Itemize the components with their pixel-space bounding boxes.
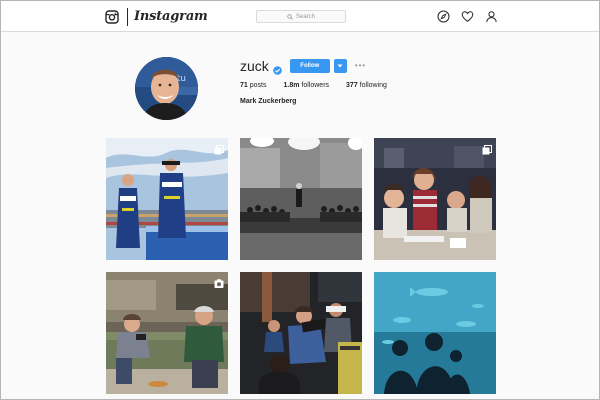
more-options-button[interactable]: ••• — [355, 59, 366, 73]
post-image — [240, 272, 362, 394]
video-icon — [214, 276, 224, 288]
nav-icons — [437, 10, 498, 23]
post-thumbnail[interactable] — [374, 138, 496, 260]
post-thumbnail[interactable] — [106, 272, 228, 394]
logo-divider — [127, 8, 128, 26]
post-thumbnail[interactable] — [240, 138, 362, 260]
post-image — [240, 138, 362, 260]
posts-count: 71 posts — [240, 82, 267, 89]
profile-stats: 71 posts 1.8m followers 377 following — [240, 82, 404, 89]
post-image — [374, 272, 496, 394]
suggestions-dropdown-button[interactable] — [333, 59, 347, 73]
search-input[interactable]: Search — [256, 10, 346, 23]
post-thumbnail[interactable] — [374, 272, 496, 394]
instagram-glyph-icon — [105, 10, 119, 24]
multiple-photos-icon — [482, 142, 492, 155]
profile-page: Stu zuck Follow ••• 71 posts 1.8m follow… — [1, 32, 599, 399]
user-icon[interactable] — [485, 10, 498, 23]
top-navigation-bar: Instagram Search — [1, 1, 599, 32]
search-placeholder: Search — [295, 13, 315, 20]
post-thumbnail[interactable] — [240, 272, 362, 394]
followers-count[interactable]: 1.8m followers — [283, 82, 329, 89]
verified-badge-icon — [272, 62, 282, 75]
post-image — [106, 138, 228, 260]
profile-avatar[interactable]: Stu — [135, 57, 198, 120]
browser-frame: Instagram Search Stu zuck Follow ••• 71 … — [0, 0, 600, 400]
compass-icon[interactable] — [437, 10, 450, 23]
username-row: zuck Follow ••• — [240, 58, 366, 75]
posts-grid — [106, 138, 496, 394]
heart-icon[interactable] — [461, 10, 474, 23]
post-image — [374, 138, 496, 260]
multiple-photos-icon — [214, 142, 224, 155]
following-count[interactable]: 377 following — [346, 82, 387, 89]
profile-full-name: Mark Zuckerberg — [240, 98, 297, 105]
profile-username: zuck — [240, 58, 269, 74]
follow-button[interactable]: Follow — [289, 59, 330, 73]
caret-down-icon — [337, 64, 343, 68]
post-image — [106, 272, 228, 394]
brand-wordmark: Instagram — [134, 9, 208, 24]
instagram-logo[interactable]: Instagram — [105, 8, 208, 26]
post-thumbnail[interactable] — [106, 138, 228, 260]
search-icon — [287, 13, 293, 20]
